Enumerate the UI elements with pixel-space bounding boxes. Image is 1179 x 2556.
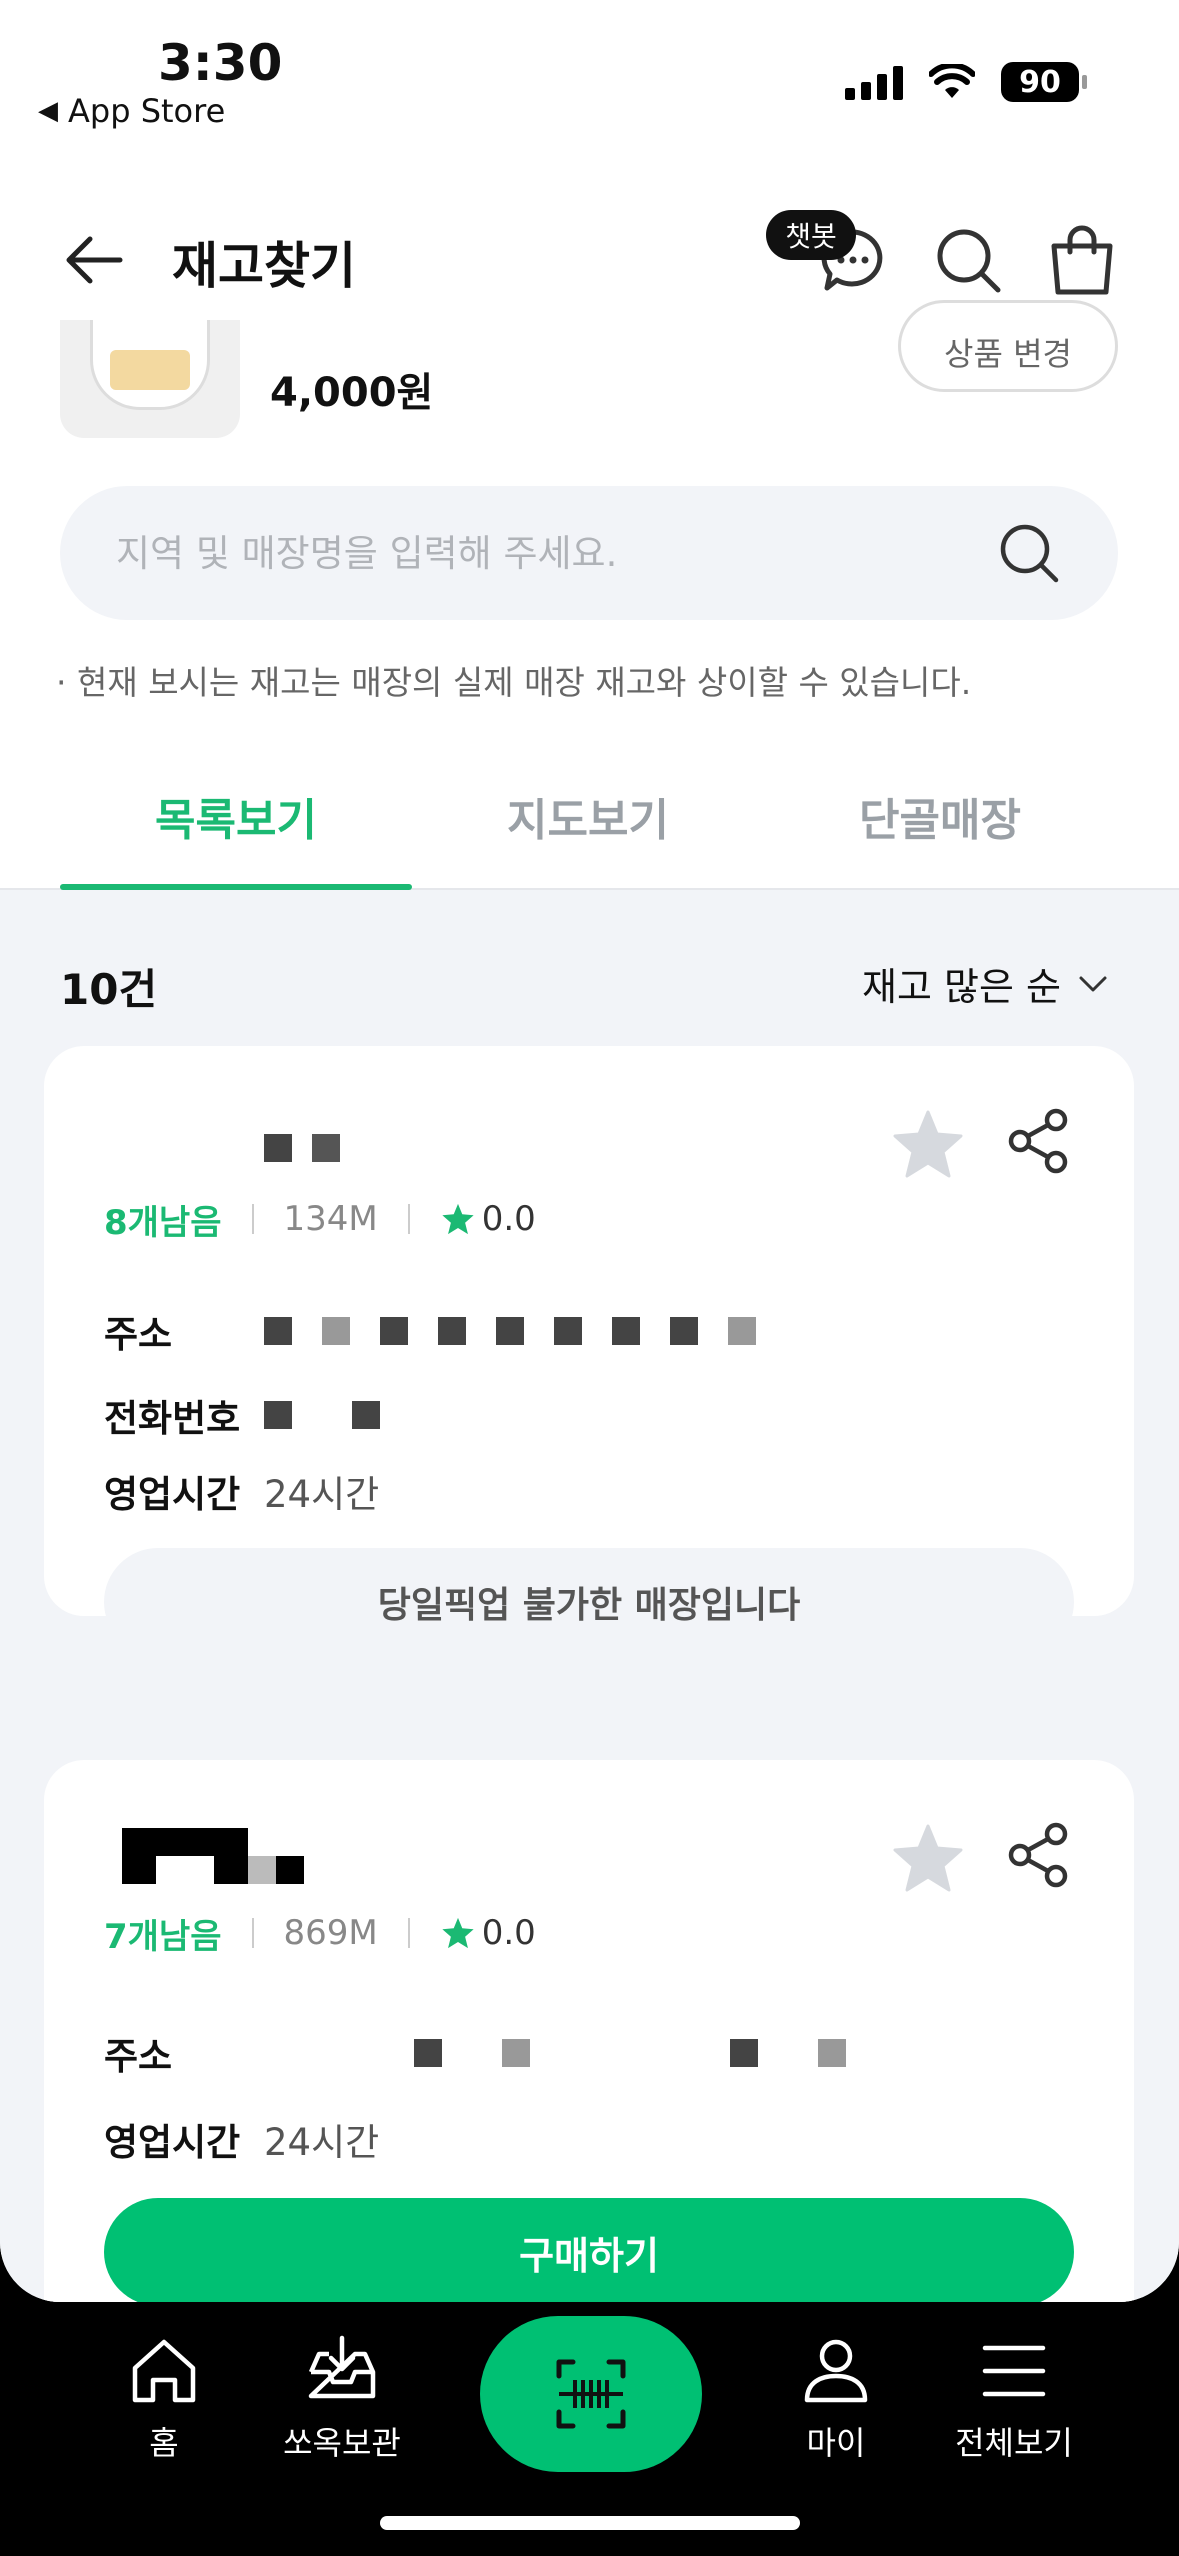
- tab-favorite-stores[interactable]: 단골매장: [764, 742, 1116, 888]
- rating-star-icon: [442, 1203, 474, 1235]
- search-icon[interactable]: [996, 520, 1062, 586]
- stock-count: 7개남음: [104, 1916, 222, 1957]
- product-image: [60, 320, 240, 438]
- store-meta: 8개남음 134M 0.0: [104, 1196, 536, 1242]
- nav-my-label: 마이: [806, 2424, 866, 2462]
- phone-value-redacted: [264, 1401, 380, 1429]
- product-price: 4,000원: [270, 370, 434, 416]
- app-screen: 3:30 ◀ App Store 90 재고찾기 챗봇 4,000원 상품 변경…: [0, 0, 1179, 2302]
- back-triangle-icon: ◀: [38, 96, 58, 126]
- barcode-scan-icon: [556, 2359, 626, 2429]
- hours-row: 영업시간 24시간: [104, 1464, 379, 1518]
- home-icon: [132, 2339, 196, 2403]
- address-row: 주소: [104, 1304, 756, 1358]
- sort-label: 재고 많은 순: [862, 965, 1061, 1009]
- address-row: 주소: [104, 2026, 846, 2080]
- sort-dropdown[interactable]: 재고 많은 순: [862, 956, 1109, 1011]
- nav-all[interactable]: 전체보기: [914, 2332, 1114, 2464]
- chatbot-badge[interactable]: 챗봇: [766, 210, 856, 260]
- phone-label: 전화번호: [104, 1397, 241, 1440]
- pickup-unavailable-notice: 당일픽업 불가한 매장입니다: [104, 1548, 1074, 1656]
- hours-label: 영업시간: [104, 2121, 241, 2164]
- address-value-redacted: [414, 2039, 846, 2067]
- back-to-app-store[interactable]: ◀ App Store: [38, 92, 225, 130]
- barcode-scan-button[interactable]: [480, 2316, 702, 2472]
- nav-all-label: 전체보기: [955, 2424, 1073, 2462]
- stock-count: 8개남음: [104, 1202, 222, 1243]
- battery-icon: 90: [1001, 62, 1087, 102]
- store-list: 10건 재고 많은 순 8개남음 134M 0.0 주소 전화번호 영업시간 2…: [0, 890, 1179, 2302]
- address-label: 주소: [104, 1313, 173, 1356]
- nav-storage-label: 쏘옥보관: [283, 2424, 401, 2462]
- person-icon: [804, 2339, 868, 2403]
- store-name-redacted: [122, 1828, 304, 1884]
- address-label: 주소: [104, 2035, 173, 2078]
- store-rating: 0.0: [440, 1199, 536, 1239]
- store-card[interactable]: 8개남음 134M 0.0 주소 전화번호 영업시간 24시간 당일픽업 불가한…: [44, 1046, 1134, 1656]
- store-distance: 869M: [283, 1913, 378, 1953]
- tab-list-view[interactable]: 목록보기: [60, 742, 412, 890]
- status-indicators: 90: [845, 62, 1087, 102]
- search-icon[interactable]: [930, 222, 1006, 298]
- result-count: 10건: [60, 965, 158, 1014]
- status-time: 3:30: [158, 34, 283, 92]
- rating-value: 0.0: [481, 1913, 536, 1953]
- nav-my[interactable]: 마이: [736, 2332, 936, 2464]
- share-icon[interactable]: [1004, 1106, 1074, 1176]
- back-arrow-icon[interactable]: [60, 225, 130, 295]
- wifi-icon: [929, 64, 975, 98]
- change-product-button[interactable]: 상품 변경: [898, 300, 1118, 392]
- store-meta: 7개남음 869M 0.0: [104, 1910, 536, 1956]
- chevron-down-icon: [1079, 976, 1107, 991]
- store-distance: 134M: [283, 1199, 378, 1239]
- back-app-label: App Store: [68, 92, 226, 130]
- address-value-redacted: [264, 1317, 756, 1345]
- nav-storage[interactable]: 쏘옥보관: [242, 2332, 442, 2464]
- buy-button[interactable]: 구매하기: [104, 2198, 1074, 2302]
- view-tabs: 목록보기 지도보기 단골매장: [0, 742, 1179, 890]
- inbox-download-icon: [308, 2335, 376, 2399]
- phone-row: 전화번호: [104, 1388, 380, 1442]
- hours-row: 영업시간 24시간: [104, 2112, 379, 2166]
- store-search-bar: [60, 486, 1118, 620]
- home-indicator: [380, 2516, 800, 2530]
- menu-icon: [982, 2345, 1046, 2397]
- hours-value: 24시간: [264, 2121, 380, 2164]
- store-name-redacted: [264, 1134, 340, 1162]
- favorite-star-icon[interactable]: [890, 1106, 966, 1182]
- rating-value: 0.0: [481, 1199, 536, 1239]
- tab-map-view[interactable]: 지도보기: [412, 742, 764, 888]
- share-icon[interactable]: [1004, 1820, 1074, 1890]
- rating-star-icon: [442, 1917, 474, 1949]
- favorite-star-icon[interactable]: [890, 1820, 966, 1896]
- hours-value: 24시간: [264, 1473, 380, 1516]
- stock-notice: · 현재 보시는 재고는 매장의 실제 매장 재고와 상이할 수 있습니다.: [56, 663, 972, 702]
- shopping-bag-icon[interactable]: [1044, 222, 1120, 298]
- signal-icon: [845, 64, 903, 100]
- hours-label: 영업시간: [104, 1473, 241, 1516]
- store-rating: 0.0: [440, 1913, 536, 1953]
- nav-home[interactable]: 홈: [64, 2332, 264, 2464]
- nav-home-label: 홈: [149, 2424, 179, 2462]
- page-title: 재고찾기: [172, 237, 356, 295]
- store-search-input[interactable]: [116, 524, 966, 582]
- store-card[interactable]: 7개남음 869M 0.0 주소 영업시간 24시간 구매하기: [44, 1760, 1134, 2302]
